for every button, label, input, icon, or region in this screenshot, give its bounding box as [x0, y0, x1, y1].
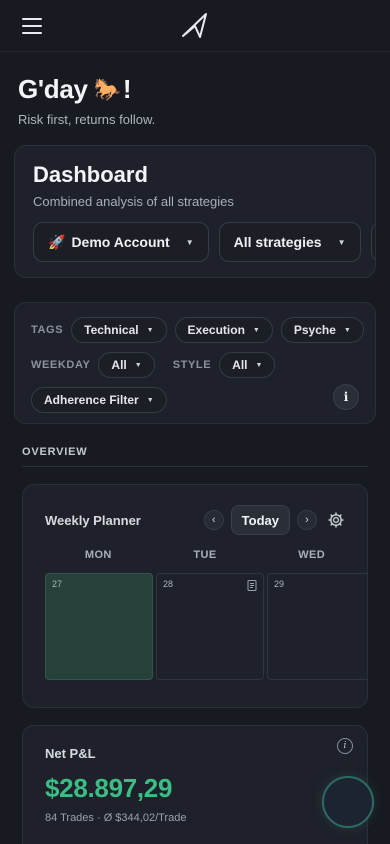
weekday-style-row: WEEKDAY All ▼ STYLE All ▼: [31, 352, 359, 378]
adherence-label: Adherence Filter: [44, 393, 139, 407]
top-bar: [0, 0, 390, 52]
day-cell-29[interactable]: 29: [267, 573, 367, 680]
chevron-down-icon: ▼: [185, 237, 194, 247]
style-label: STYLE: [172, 359, 212, 371]
weekday-label: WEEKDAY: [31, 359, 91, 371]
prev-week-button[interactable]: ‹: [203, 510, 224, 530]
greeting-title: G'day 🐎 !: [18, 74, 372, 105]
tag-filter-execution[interactable]: Execution ▼: [174, 317, 273, 343]
floating-action-button[interactable]: [322, 776, 374, 828]
chevron-down-icon: ▼: [343, 326, 351, 334]
tag-filter-psyche[interactable]: Psyche ▼: [280, 317, 364, 343]
chevron-down-icon: ▼: [146, 326, 154, 334]
planner-title: Weekly Planner: [45, 512, 141, 528]
chevron-down-icon: ▼: [146, 396, 154, 404]
dashboard-subtitle: Combined analysis of all strategies: [33, 194, 234, 209]
overview-title: OVERVIEW: [22, 446, 88, 458]
style-value: All: [232, 358, 248, 372]
tag-label: Execution: [187, 323, 245, 337]
net-pnl-card: Net P&L i $28.897,29 84 Trades · Ø $344,…: [22, 725, 368, 844]
day-number: 27: [52, 579, 63, 589]
day-number: 28: [163, 579, 174, 589]
pnl-subtitle: 84 Trades · Ø $344,02/Trade: [45, 812, 187, 824]
planner-day-cells: 27 28 29: [45, 573, 367, 680]
tags-label: TAGS: [31, 324, 64, 336]
paper-plane-logo-icon[interactable]: [180, 10, 210, 40]
weekday-filter[interactable]: All ▼: [98, 352, 155, 378]
account-select[interactable]: 🚀 Demo Account ▼: [33, 222, 209, 262]
greeting-exclaim: !: [122, 74, 132, 104]
today-button[interactable]: Today: [230, 505, 290, 535]
tag-label: Technical: [84, 323, 139, 337]
overflow-select[interactable]: [370, 222, 375, 262]
greeting-text: G'day: [18, 74, 88, 104]
day-cell-27[interactable]: 27: [45, 573, 153, 680]
day-header-tue: TUE: [193, 549, 217, 561]
pnl-value: $28.897,29: [45, 773, 173, 803]
weekday-value: All: [111, 358, 127, 372]
gear-icon[interactable]: [327, 511, 345, 529]
strategy-select[interactable]: All strategies ▼: [218, 222, 361, 262]
day-header-wed: WED: [298, 549, 326, 561]
strategy-select-label: All strategies: [233, 234, 322, 250]
chevron-down-icon: ▼: [252, 326, 260, 334]
planner-day-headers: MON TUE WED: [45, 549, 365, 561]
adherence-filter[interactable]: Adherence Filter ▼: [31, 387, 167, 413]
day-cell-28[interactable]: 28: [156, 573, 264, 680]
chevron-down-icon: ▼: [337, 237, 346, 247]
chevron-down-icon: ▼: [255, 361, 263, 369]
dashboard-card: Dashboard Combined analysis of all strat…: [14, 145, 376, 278]
tags-row: TAGS Technical ▼ Execution ▼ Psyche ▼: [31, 317, 364, 343]
hamburger-menu-icon[interactable]: [22, 18, 42, 34]
dashboard-selectors: 🚀 Demo Account ▼ All strategies ▼: [33, 222, 375, 262]
tag-filter-technical[interactable]: Technical ▼: [71, 317, 167, 343]
overview-section-header: OVERVIEW: [22, 446, 368, 467]
day-number: 29: [274, 579, 285, 589]
account-select-label: Demo Account: [71, 234, 170, 250]
filters-card: TAGS Technical ▼ Execution ▼ Psyche ▼ WEEKD…: [14, 302, 376, 424]
rocket-icon: 🚀: [48, 233, 66, 250]
day-header-mon: MON: [84, 549, 112, 561]
adherence-row: Adherence Filter ▼: [31, 387, 359, 413]
dashboard-title: Dashboard: [33, 162, 148, 187]
chevron-down-icon: ▼: [134, 361, 142, 369]
weekly-planner-card: Weekly Planner ‹ Today › MON TUE WED 27 …: [22, 484, 368, 708]
style-filter[interactable]: All ▼: [219, 352, 276, 378]
pnl-title: Net P&L: [45, 746, 96, 761]
greeting: G'day 🐎 ! Risk first, returns follow.: [0, 52, 390, 127]
greeting-emoji: 🐎: [93, 76, 121, 102]
info-icon[interactable]: i: [337, 738, 353, 754]
planner-controls: ‹ Today ›: [203, 505, 345, 535]
note-icon: [247, 580, 257, 591]
greeting-subtitle: Risk first, returns follow.: [18, 112, 156, 127]
next-week-button[interactable]: ›: [297, 510, 317, 530]
tag-label: Psyche: [293, 323, 336, 337]
info-icon[interactable]: i: [333, 384, 359, 410]
planner-header: Weekly Planner ‹ Today ›: [45, 505, 345, 535]
